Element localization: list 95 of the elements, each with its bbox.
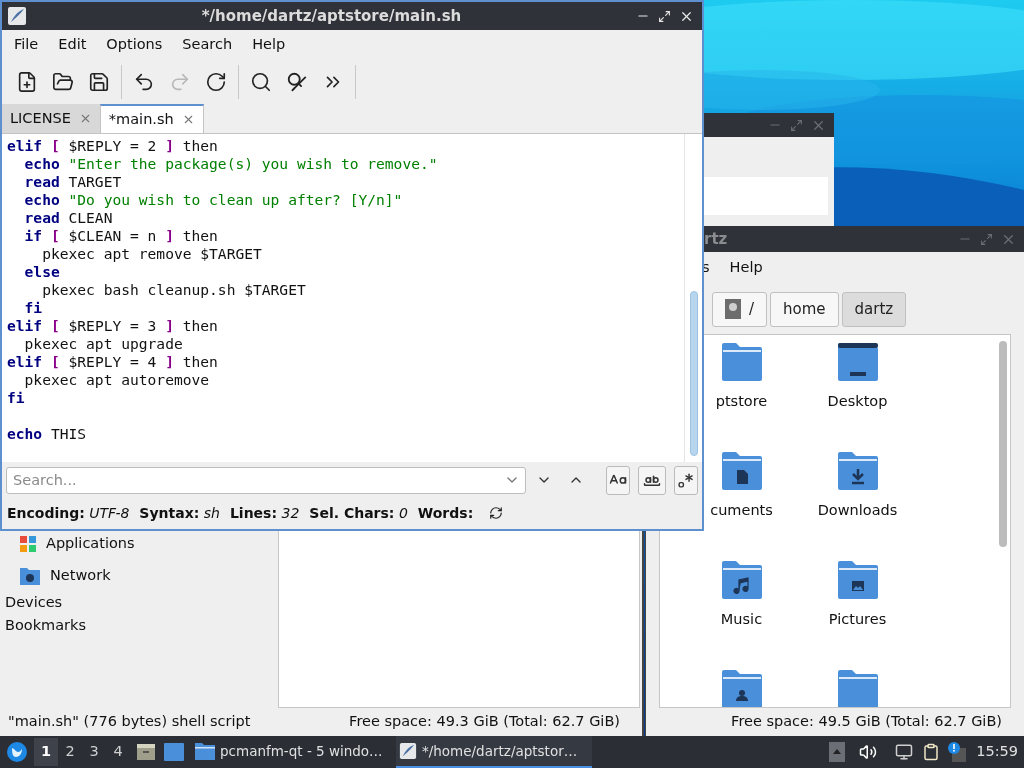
code-line: fi bbox=[7, 389, 25, 407]
menu-item[interactable]: Help bbox=[242, 34, 296, 56]
code-line: read TARGET bbox=[23, 173, 122, 191]
code-line: pkexec apt upgrade bbox=[23, 335, 183, 353]
show-desktop-icon[interactable] bbox=[136, 742, 156, 762]
workspace-button[interactable]: 2 bbox=[58, 738, 82, 766]
file-label: cuments bbox=[710, 501, 773, 520]
code-line: echo "Enter the package(s) you wish to remove." bbox=[23, 155, 438, 173]
code-line: fi bbox=[23, 299, 43, 317]
pictures-folder-icon[interactable] bbox=[837, 561, 878, 599]
tab-label: *main.sh bbox=[108, 109, 174, 129]
user-folder-icon[interactable] bbox=[721, 670, 762, 707]
search-field[interactable]: Search... bbox=[6, 466, 526, 494]
path-segment[interactable]: / bbox=[712, 291, 768, 327]
folder-icon[interactable] bbox=[52, 71, 74, 93]
file-label: Music bbox=[720, 610, 763, 629]
path-label: dartz bbox=[854, 298, 894, 320]
sidebar-item[interactable]: Applications bbox=[0, 528, 278, 560]
code-line: else bbox=[23, 263, 60, 281]
clipboard-icon[interactable] bbox=[922, 743, 941, 761]
file-tab[interactable]: LICENSE bbox=[2, 104, 100, 133]
search-icon[interactable] bbox=[250, 71, 272, 93]
scrollbar-thumb[interactable] bbox=[689, 291, 698, 456]
regex-icon bbox=[677, 471, 695, 489]
sidebar-header[interactable]: Devices bbox=[0, 592, 63, 615]
menu-item[interactable]: Help bbox=[729, 257, 783, 279]
workspace-button[interactable]: 4 bbox=[106, 738, 130, 766]
tab-label: LICENSE bbox=[10, 108, 71, 128]
whole-word-button[interactable] bbox=[637, 465, 666, 495]
download-folder-icon[interactable] bbox=[837, 452, 878, 490]
window-title: rtz bbox=[704, 228, 729, 250]
free-space-text: Free space: 49.3 GiB (Total: 62.7 GiB) bbox=[349, 712, 620, 732]
search-replace-icon[interactable] bbox=[286, 71, 308, 93]
code-line: echo "Do you wish to clean up after? [Y/n]" bbox=[23, 191, 403, 209]
drive-icon bbox=[725, 299, 741, 319]
status-field: Syntax: sh bbox=[139, 502, 220, 524]
case-sensitive-button[interactable] bbox=[606, 465, 630, 495]
file-label: ptstore bbox=[715, 392, 768, 411]
tray-expand-icon[interactable] bbox=[829, 742, 846, 762]
refresh-icon[interactable] bbox=[489, 506, 504, 520]
code-line: elif [ $REPLY = 4 ] then bbox=[7, 353, 218, 371]
path-label: home bbox=[783, 298, 826, 320]
sidebar-header[interactable]: Bookmarks bbox=[0, 615, 86, 638]
start-menu-icon[interactable] bbox=[6, 741, 28, 763]
notification-icon[interactable] bbox=[948, 742, 967, 762]
editor-app-icon bbox=[399, 742, 417, 760]
taskbar-task[interactable]: */home/dartz/aptstor… bbox=[396, 736, 592, 768]
file-label: Pictures bbox=[828, 610, 887, 629]
selection-info-text: "main.sh" (776 bytes) shell script bbox=[8, 712, 251, 732]
menu-item[interactable]: Search bbox=[172, 34, 243, 56]
code-line: pkexec apt remove $TARGET bbox=[41, 245, 262, 263]
menu-item[interactable]: Options bbox=[96, 34, 173, 56]
workspace-button[interactable]: 1 bbox=[34, 738, 58, 766]
editor-app-icon bbox=[7, 6, 27, 26]
folder-icon bbox=[195, 742, 215, 760]
file-tab[interactable]: *main.sh bbox=[99, 104, 204, 133]
volume-icon[interactable] bbox=[859, 743, 878, 761]
path-segment[interactable]: dartz bbox=[841, 291, 907, 327]
sidebar-item[interactable]: Network bbox=[0, 560, 278, 592]
applications-icon bbox=[20, 536, 36, 552]
code-line: echo THIS bbox=[7, 425, 87, 443]
undo-icon[interactable] bbox=[133, 71, 155, 93]
path-label: / bbox=[749, 298, 755, 320]
scrollbar-thumb[interactable] bbox=[999, 341, 1007, 547]
free-space-text: Free space: 49.5 GiB (Total: 62.7 GiB) bbox=[731, 712, 1002, 732]
menu-item[interactable]: File bbox=[4, 34, 49, 56]
file-label: Downloads bbox=[817, 501, 898, 520]
code-line: pkexec bash cleanup.sh $TARGET bbox=[41, 281, 306, 299]
documents-folder-icon[interactable] bbox=[721, 452, 762, 490]
status-field: Sel. Chars: 0 bbox=[309, 502, 408, 524]
menu-item[interactable]: Edit bbox=[48, 34, 97, 56]
workspace-button[interactable]: 3 bbox=[82, 738, 106, 766]
network-folder-icon bbox=[20, 567, 40, 585]
code-line: elif [ $REPLY = 3 ] then bbox=[7, 317, 218, 335]
regex-button[interactable] bbox=[673, 465, 698, 495]
reload-icon[interactable] bbox=[205, 71, 227, 93]
music-folder-icon[interactable] bbox=[721, 561, 762, 599]
maximize-icon[interactable] bbox=[658, 9, 671, 23]
clock[interactable]: 15:59 bbox=[976, 741, 1018, 763]
file-label: Desktop bbox=[827, 392, 888, 411]
taskbar-task[interactable]: pcmanfm-qt - 5 windo… bbox=[192, 736, 388, 768]
text-field[interactable] bbox=[704, 177, 828, 215]
path-segment[interactable]: home bbox=[770, 291, 839, 327]
status-field: Words: bbox=[417, 502, 474, 524]
code-line: elif [ $REPLY = 2 ] then bbox=[7, 137, 218, 155]
save-icon[interactable] bbox=[88, 71, 110, 93]
code-line: read CLEAN bbox=[23, 209, 113, 227]
status-field: Encoding: UTF-8 bbox=[7, 502, 130, 524]
network-icon[interactable] bbox=[895, 743, 914, 761]
status-field: Lines: 32 bbox=[229, 502, 300, 524]
window-title: */home/dartz/aptstore/main.sh bbox=[200, 5, 463, 27]
new-file-icon[interactable] bbox=[16, 71, 38, 93]
desktop-folder-icon[interactable] bbox=[837, 343, 878, 381]
code-line: pkexec apt autoremove bbox=[23, 371, 210, 389]
code-line: if [ $CLEAN = n ] then bbox=[23, 227, 218, 245]
